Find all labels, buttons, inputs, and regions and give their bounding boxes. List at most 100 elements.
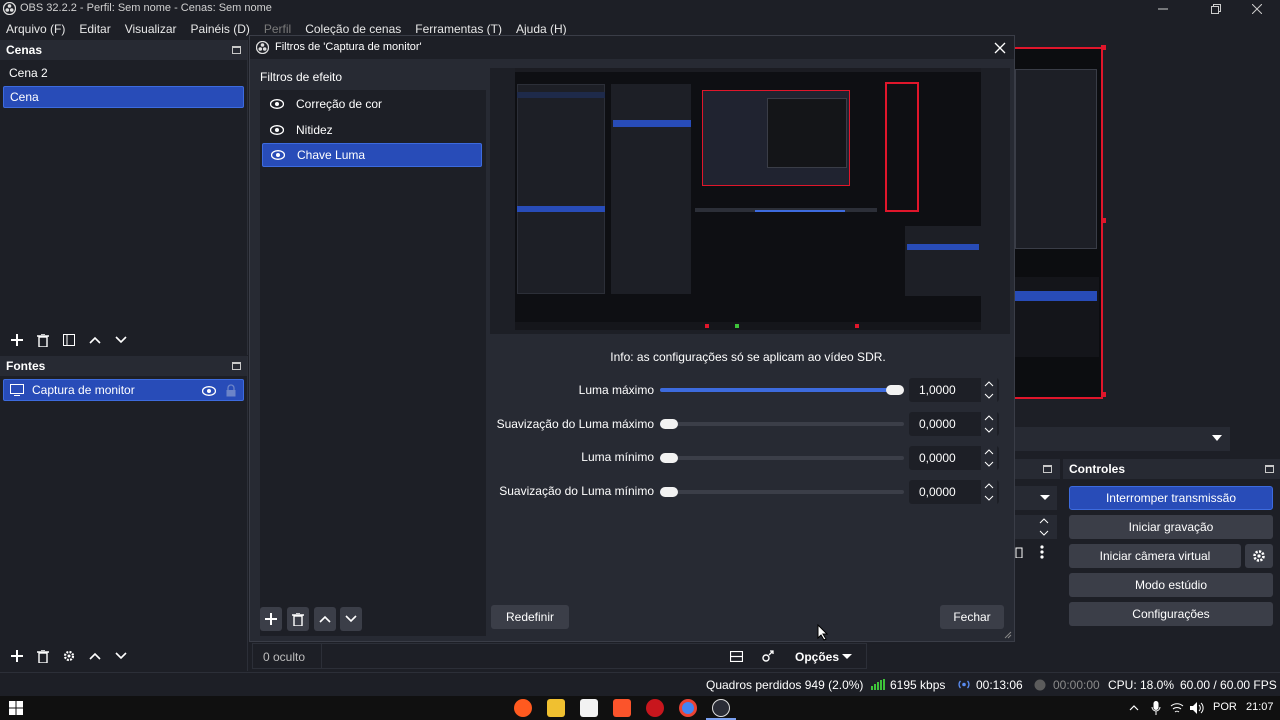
source-properties-button[interactable] (56, 645, 82, 667)
eye-icon[interactable] (270, 125, 284, 135)
luma-max-input[interactable]: 1,0000 (909, 378, 999, 402)
slider-handle[interactable] (886, 385, 904, 395)
obs-logo-icon (256, 41, 269, 54)
move-scene-up-button[interactable] (82, 329, 108, 351)
start-recording-button[interactable]: Iniciar gravação (1069, 515, 1273, 539)
remove-source-button[interactable] (30, 645, 56, 667)
luma-max-slider[interactable] (660, 385, 904, 395)
menu-perfil[interactable]: Perfil (264, 22, 291, 36)
move-filter-up-button[interactable] (314, 607, 336, 631)
scene-item[interactable]: Cena 2 (3, 62, 244, 84)
file-explorer-icon[interactable] (547, 699, 565, 717)
source-label: Captura de monitor (32, 383, 135, 397)
info-text: Info: as configurações só se aplicam ao … (610, 350, 886, 364)
add-scene-button[interactable] (4, 329, 30, 351)
spin-arrows[interactable] (981, 378, 997, 402)
luma-min-smooth-input[interactable]: 0,0000 (909, 480, 999, 504)
settings-button[interactable]: Configurações (1069, 602, 1273, 626)
menu-colecao-cenas[interactable]: Coleção de cenas (305, 22, 401, 36)
store-icon[interactable] (580, 699, 598, 717)
chevron-down-icon (115, 336, 127, 344)
luma-min-smooth-slider[interactable] (660, 487, 904, 497)
move-source-up-button[interactable] (82, 645, 108, 667)
close-window-button[interactable] (1234, 1, 1280, 17)
luma-min-input[interactable]: 0,0000 (909, 446, 999, 470)
slider-handle[interactable] (660, 453, 678, 463)
studio-mode-button[interactable]: Modo estúdio (1069, 573, 1273, 597)
filter-item[interactable]: Correção de cor (262, 92, 482, 116)
reset-button[interactable]: Redefinir (491, 605, 569, 629)
filter-item-selected[interactable]: Chave Luma (262, 143, 482, 167)
start-virtual-cam-button[interactable]: Iniciar câmera virtual (1069, 544, 1241, 568)
maximize-button[interactable] (1193, 1, 1239, 17)
menu-visualizar[interactable]: Visualizar (125, 22, 177, 36)
spin-arrows[interactable] (981, 412, 997, 436)
move-filter-down-button[interactable] (340, 607, 362, 631)
obs-taskbar-icon[interactable] (712, 699, 730, 717)
slider-fill (660, 388, 895, 392)
chevron-up-icon (89, 652, 101, 660)
spin-value: 1,0000 (919, 383, 956, 397)
status-bar: Quadros perdidos 949 (2.0%) 6195 kbps 00… (0, 672, 1280, 696)
move-source-down-button[interactable] (108, 645, 134, 667)
menu-arquivo[interactable]: Arquivo (F) (6, 22, 65, 36)
transform-icon[interactable] (761, 650, 774, 663)
chevron-up-icon[interactable] (1129, 704, 1139, 711)
menu-paineis[interactable]: Painéis (D) (191, 22, 250, 36)
luma-max-smooth-input[interactable]: 0,0000 (909, 412, 999, 436)
preview-area[interactable] (1015, 40, 1280, 420)
scene-dropdown[interactable] (1015, 427, 1230, 451)
remove-filter-button[interactable] (287, 607, 309, 631)
spin-arrows[interactable] (981, 480, 997, 504)
filter-label: Correção de cor (296, 97, 383, 111)
layout-icon[interactable] (730, 651, 743, 662)
app-icon[interactable] (646, 699, 664, 717)
filter-item[interactable]: Nitidez (262, 118, 482, 142)
dialog-close-button[interactable] (990, 38, 1010, 58)
trash-icon (37, 333, 49, 347)
minimize-button[interactable] (1140, 1, 1186, 17)
options-button[interactable]: Opções (795, 650, 839, 664)
add-filter-button[interactable] (260, 607, 282, 631)
lock-icon[interactable] (226, 384, 236, 397)
windows-start-icon[interactable] (9, 701, 23, 715)
luma-min-slider[interactable] (660, 453, 904, 463)
menu-ferramentas[interactable]: Ferramentas (T) (415, 22, 502, 36)
eye-icon[interactable] (271, 150, 285, 160)
luma-max-smooth-slider[interactable] (660, 419, 904, 429)
volume-icon[interactable] (1190, 702, 1204, 714)
slider-handle[interactable] (660, 487, 678, 497)
move-scene-down-button[interactable] (108, 329, 134, 351)
virtual-cam-settings-button[interactable] (1245, 544, 1273, 568)
scene-item-selected[interactable]: Cena (3, 86, 244, 108)
add-source-button[interactable] (4, 645, 30, 667)
close-icon (1252, 4, 1262, 14)
resize-grip-icon[interactable] (1004, 631, 1012, 639)
clock[interactable]: 21:07 (1246, 701, 1274, 713)
close-button[interactable]: Fechar (940, 605, 1004, 629)
menu-editar[interactable]: Editar (79, 22, 110, 36)
trash-icon[interactable] (1015, 546, 1023, 558)
slider-handle[interactable] (660, 419, 678, 429)
chrome-icon[interactable] (679, 699, 697, 717)
spin-arrows[interactable] (981, 446, 997, 470)
remove-scene-button[interactable] (30, 329, 56, 351)
brave-icon[interactable] (613, 699, 631, 717)
stop-stream-button[interactable]: Interromper transmissão (1069, 486, 1273, 510)
undock-icon[interactable] (232, 362, 241, 370)
source-item-selected[interactable]: Captura de monitor (3, 379, 244, 401)
undock-icon[interactable] (232, 46, 241, 54)
microphone-icon[interactable] (1151, 701, 1161, 715)
scene-filters-button[interactable] (56, 329, 82, 351)
menu-ajuda[interactable]: Ajuda (H) (516, 22, 567, 36)
language-indicator[interactable]: POR (1213, 701, 1237, 713)
eye-icon[interactable] (202, 386, 216, 396)
preview-capture-frame (1015, 47, 1103, 399)
eye-icon[interactable] (270, 99, 284, 109)
chevron-down-icon (1212, 435, 1222, 441)
more-options-icon[interactable] (1040, 545, 1044, 559)
spin-arrows-icon[interactable] (1039, 517, 1049, 537)
app-icon[interactable] (514, 699, 532, 717)
network-icon[interactable] (1170, 702, 1184, 714)
undock-icon[interactable] (1265, 465, 1274, 473)
